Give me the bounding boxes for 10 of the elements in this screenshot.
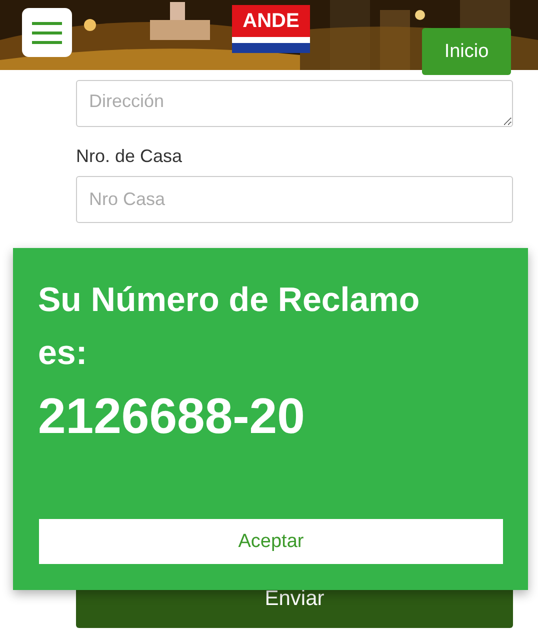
accept-button[interactable]: Aceptar xyxy=(39,519,503,564)
address-field[interactable]: Dirección xyxy=(76,80,513,127)
logo-text: ANDE xyxy=(242,9,300,34)
home-button[interactable]: Inicio xyxy=(422,28,511,75)
house-number-field[interactable]: Nro Casa xyxy=(76,176,513,223)
menu-icon xyxy=(32,20,62,44)
field-label: Nro. de Casa xyxy=(76,146,184,167)
claim-number: 2126688-20 xyxy=(38,387,306,446)
menu-button[interactable] xyxy=(22,8,72,57)
dialog-title: Su Número de Reclamo es: xyxy=(38,280,421,374)
